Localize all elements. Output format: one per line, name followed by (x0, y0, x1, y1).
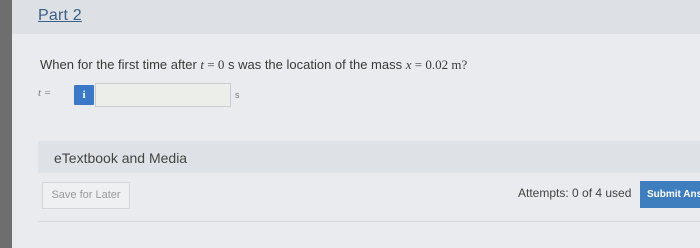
left-bezel (0, 0, 12, 248)
unit-label: s (235, 90, 240, 100)
question-text-middle: s was the location of the mass (224, 57, 406, 72)
answer-variable-label: t = (38, 87, 52, 99)
divider (38, 221, 700, 222)
eq-value: = 0.02 m? (411, 57, 468, 72)
part-title-link[interactable]: Part 2 (38, 7, 82, 25)
save-for-later-button[interactable]: Save for Later (42, 182, 130, 209)
question-math-x: x = 0.02 m? (406, 57, 468, 72)
answer-row: t = i s (38, 83, 278, 107)
etextbook-section[interactable]: eTextbook and Media (38, 141, 700, 173)
page: Part 2 When for the first time after t =… (0, 0, 700, 248)
answer-input[interactable] (95, 83, 231, 107)
question-math-t: t = 0 (200, 57, 224, 72)
submit-answer-button[interactable]: Submit Ans (640, 181, 700, 208)
eq-zero: = 0 (204, 57, 225, 72)
info-icon[interactable]: i (74, 85, 94, 105)
part-header: Part 2 (12, 0, 700, 34)
etextbook-label: eTextbook and Media (54, 150, 188, 166)
question-text: When for the first time after t = 0 s wa… (40, 57, 467, 73)
question-text-before: When for the first time after (40, 57, 201, 72)
attempts-text: Attempts: 0 of 4 used (518, 186, 632, 200)
